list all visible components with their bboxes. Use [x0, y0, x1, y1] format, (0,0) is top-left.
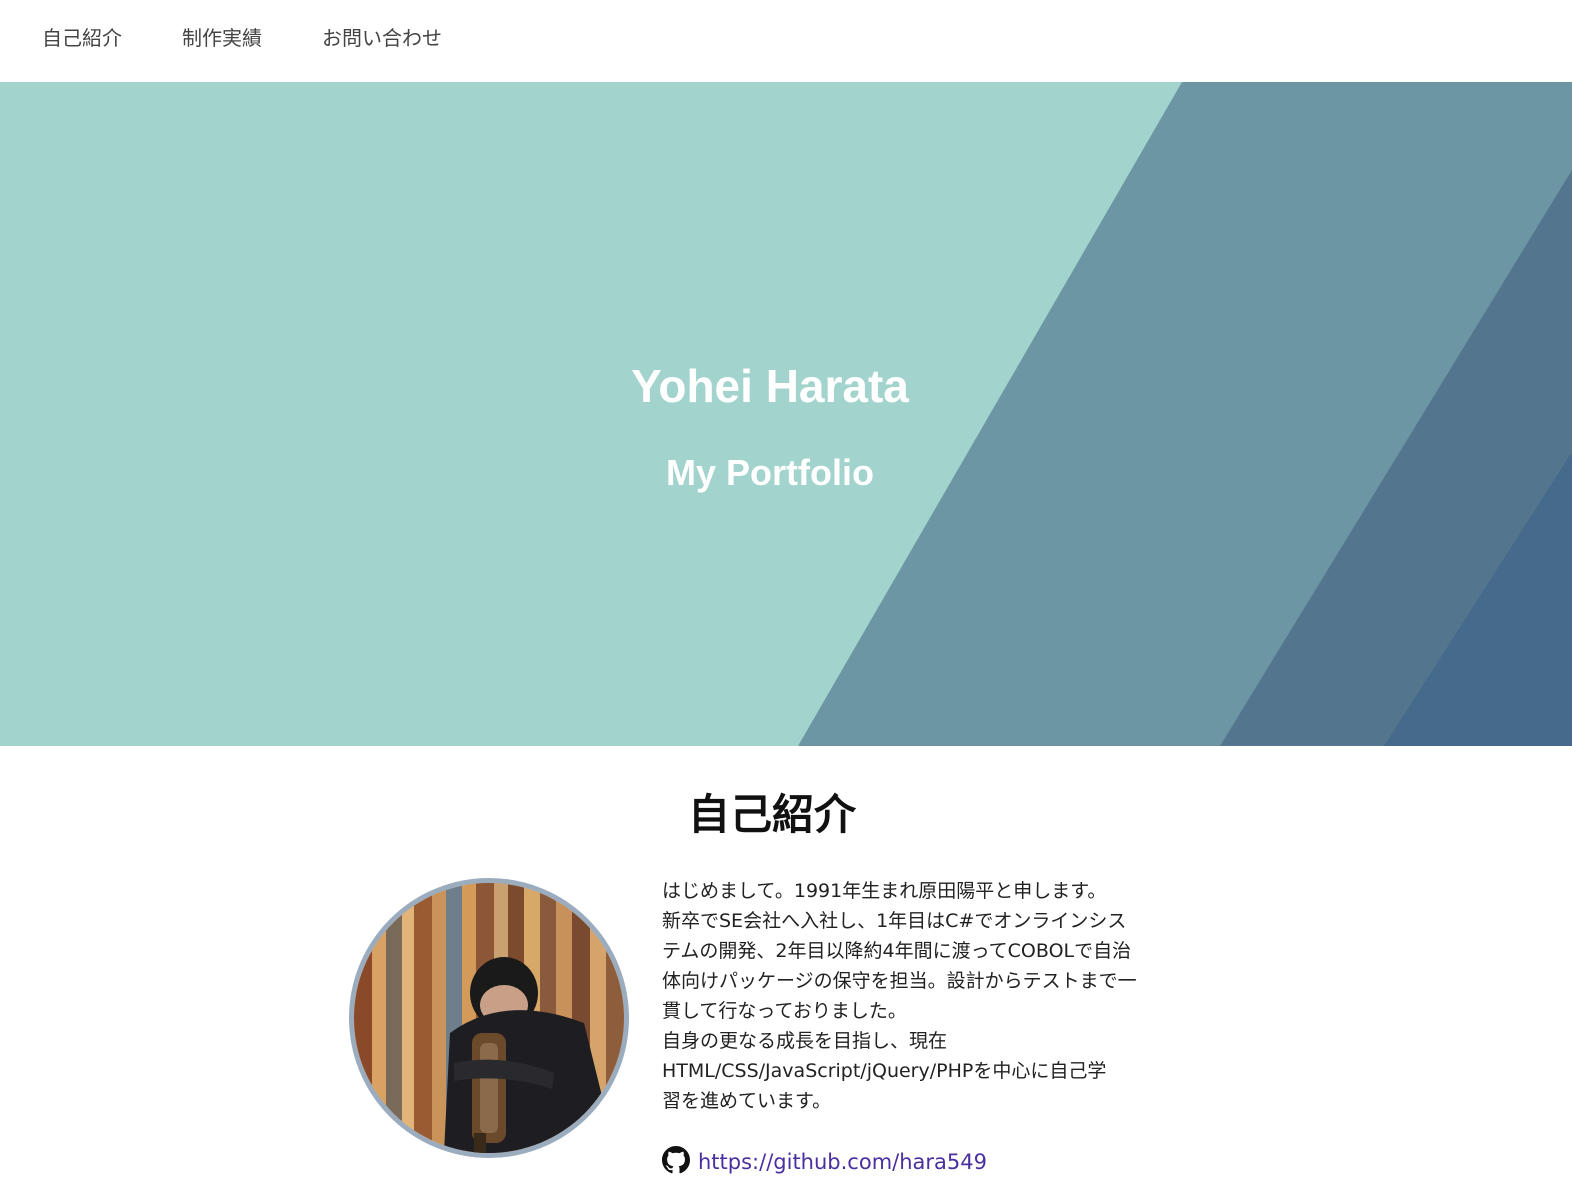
global-nav: 自己紹介 制作実績 お問い合わせ: [0, 0, 1572, 82]
hero-title: Yohei Harata: [631, 360, 909, 412]
bio-line: 体向けパッケージの保守を担当。設計からテストまで一: [662, 970, 1137, 992]
hero-banner: Yohei Harata My Portfolio: [0, 82, 1572, 746]
bio-line: 自身の更なる成長を目指し、現在: [662, 1030, 948, 1052]
bio-line: テムの開発、2年目以降約4年間に渡ってCOBOLで自治: [662, 940, 1132, 962]
github-link-row: https://github.com/hara549: [662, 1146, 987, 1178]
avatar: [349, 878, 629, 1158]
github-icon: [662, 1146, 690, 1178]
bio-text: はじめまして。1991年生まれ原田陽平と申します。 新卒でSE会社へ入社し、1年…: [662, 876, 1202, 1116]
bio-line: 習を進めています。: [662, 1090, 832, 1112]
bio-line: 新卒でSE会社へ入社し、1年目はC#でオンラインシス: [662, 910, 1127, 932]
nav-link-works[interactable]: 制作実績: [182, 24, 262, 52]
about-heading: 自己紹介: [687, 790, 856, 839]
github-link[interactable]: https://github.com/hara549: [698, 1146, 987, 1178]
nav-link-contact[interactable]: お問い合わせ: [322, 24, 442, 52]
bio-line: HTML/CSS/JavaScript/jQuery/PHPを中心に自己学: [662, 1060, 1107, 1082]
bio-line: 貫して行なっておりました。: [662, 1000, 907, 1022]
bio-line: はじめまして。1991年生まれ原田陽平と申します。: [662, 880, 1107, 902]
avatar-photo: [354, 883, 624, 1153]
hero-background: [0, 82, 1572, 746]
nav-link-about[interactable]: 自己紹介: [42, 24, 122, 52]
hero-subtitle: My Portfolio: [666, 452, 874, 493]
